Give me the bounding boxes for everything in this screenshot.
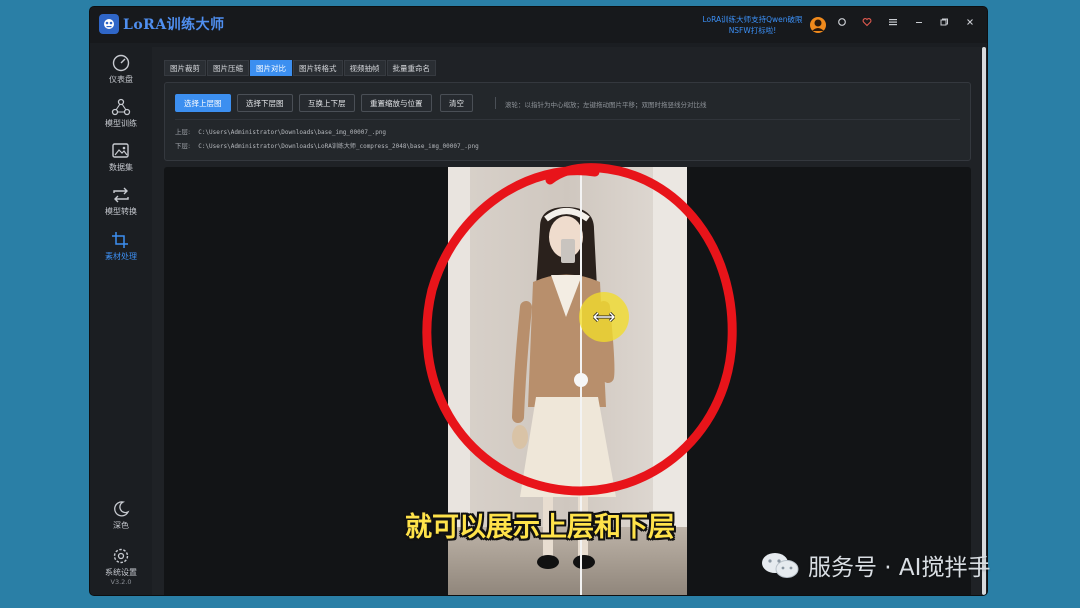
version-label: V3.2.0 — [110, 578, 132, 586]
lower-path-row: 下层: C:\Users\Administrator\Downloads\LoRA… — [175, 140, 479, 150]
tab-video-frames[interactable]: 视频抽帧 — [343, 60, 386, 76]
sidebar-item-model-training[interactable]: 模型训练 — [90, 98, 152, 129]
gauge-icon — [112, 54, 130, 72]
wechat-icon — [762, 553, 799, 578]
wechat-watermark: 服务号 · AI搅拌手 — [760, 548, 990, 582]
tab-image-compress[interactable]: 图片压缩 — [207, 60, 249, 76]
upper-path-value: C:\Users\Administrator\Downloads\base_im… — [198, 129, 387, 136]
select-upper-image-button[interactable]: 选择上层图 — [175, 94, 231, 112]
app-logo: LoRA训练大师 — [99, 14, 225, 34]
tab-batch-rename[interactable]: 批量重命名 — [386, 60, 436, 76]
upper-path-label: 上层: — [175, 128, 191, 136]
sidebar-item-dataset[interactable]: 数据集 — [90, 142, 152, 173]
refresh-icon[interactable] — [834, 17, 850, 33]
lower-path-value: C:\Users\Administrator\Downloads\LoRA训练大… — [198, 143, 479, 150]
sidebar-item-label: 仪表盘 — [109, 75, 133, 84]
images-icon — [112, 143, 129, 158]
sidebar-item-dashboard[interactable]: 仪表盘 — [90, 54, 152, 85]
tab-image-convert[interactable]: 图片转格式 — [293, 60, 343, 76]
avatar-icon[interactable] — [808, 15, 828, 35]
robot-logo-icon — [99, 14, 119, 34]
usage-hint: 滚轮：以指针为中心缩放；左键拖动图片平移；双图时拖竖线分对比线 — [505, 101, 707, 109]
panel-divider — [175, 119, 960, 120]
convert-icon — [113, 187, 129, 203]
app-title: LoRA训练大师 — [123, 17, 225, 33]
clear-button[interactable]: 清空 — [440, 94, 473, 112]
promo-line-1: LoRA训练大师支持Qwen破限 — [702, 15, 803, 24]
video-subtitle: 就可以展示上层和下层 — [405, 512, 675, 543]
tab-image-crop[interactable]: 图片裁剪 — [164, 60, 206, 76]
minimize-icon[interactable] — [911, 17, 927, 33]
select-lower-image-button[interactable]: 选择下层图 — [237, 94, 293, 112]
close-icon[interactable] — [962, 17, 978, 33]
tab-bar: 图片裁剪 图片压缩 图片对比 图片转格式 视频抽帧 批量重命名 — [164, 60, 437, 76]
reset-zoom-button[interactable]: 重置缩放与位置 — [361, 94, 432, 112]
sidebar-item-label: 模型转换 — [105, 207, 137, 216]
sidebar-item-model-convert[interactable]: 模型转换 — [90, 186, 152, 217]
sidebar-item-label: 模型训练 — [105, 119, 137, 128]
swap-layers-button[interactable]: 互换上下层 — [299, 94, 355, 112]
upper-path-row: 上层: C:\Users\Administrator\Downloads\base… — [175, 126, 386, 136]
heart-icon[interactable] — [859, 17, 875, 33]
sidebar-item-settings[interactable]: 系统设置 V3.2.0 — [90, 547, 152, 586]
sidebar-item-material-processing[interactable]: 素材处理 — [90, 231, 152, 262]
red-annotation-circle — [422, 163, 737, 496]
lower-path-label: 下层: — [175, 142, 191, 150]
promo-line-2: NSFW打标啦! — [728, 26, 777, 35]
toolbar-separator — [495, 97, 496, 109]
promo-banner[interactable]: LoRA训练大师支持Qwen破限 NSFW打标啦! — [685, 14, 820, 36]
gear-icon — [113, 548, 129, 564]
crop-icon — [112, 232, 128, 248]
menu-icon[interactable] — [885, 17, 901, 33]
restore-icon[interactable] — [936, 17, 952, 33]
tab-image-compare[interactable]: 图片对比 — [250, 60, 292, 76]
sidebar-item-label: 数据集 — [109, 163, 133, 172]
watermark-text: 服务号 · AI搅拌手 — [808, 555, 991, 581]
title-bar: LoRA训练大师 LoRA训练大师支持Qwen破限 NSFW打标啦! — [90, 7, 987, 43]
network-icon — [111, 98, 131, 116]
sidebar-item-label: 系统设置 — [105, 568, 137, 577]
sidebar-item-label: 素材处理 — [105, 252, 137, 261]
